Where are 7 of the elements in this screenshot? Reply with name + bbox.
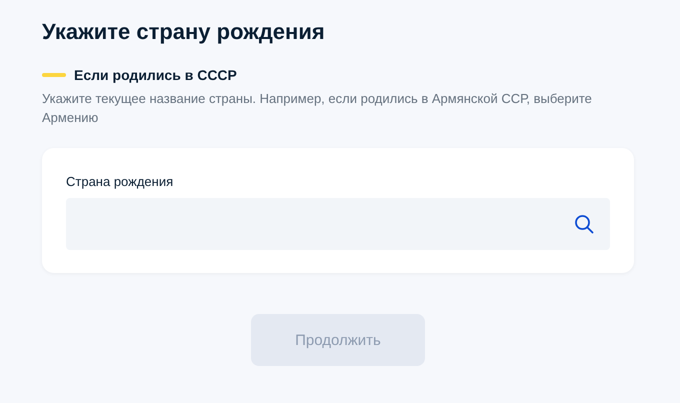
search-field[interactable]: [66, 198, 610, 250]
search-icon[interactable]: [574, 214, 594, 234]
hint-text: Укажите текущее название страны. Например, если родились в Армянской ССР, выберите Армению: [42, 90, 593, 127]
dash-icon: [42, 73, 66, 77]
hint-title: Если родились в СССР: [74, 67, 237, 83]
page-title: Укажите страну рождения: [42, 18, 326, 46]
field-label: Страна рождения: [66, 173, 174, 191]
